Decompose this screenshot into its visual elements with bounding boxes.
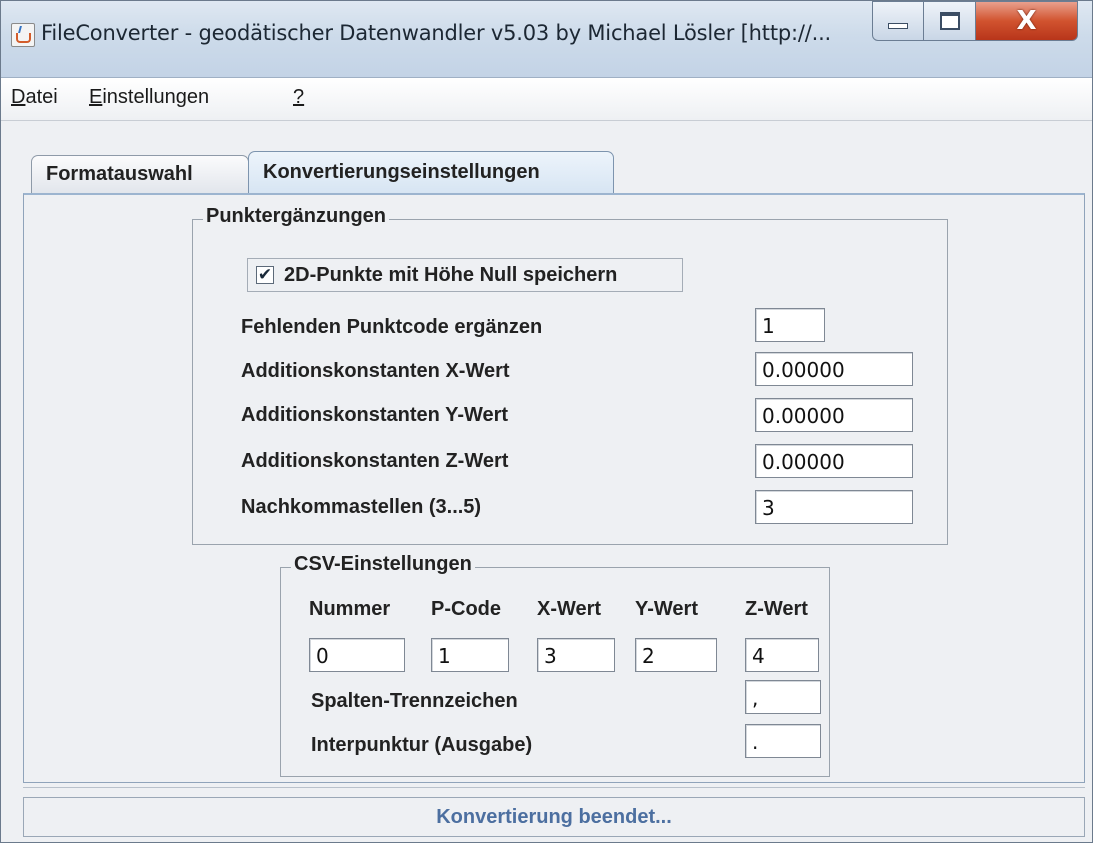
- group-csv-einstellungen: CSV-Einstellungen Nummer P-Code X-Wert Y…: [280, 553, 830, 777]
- csv-nummer-input[interactable]: 0: [309, 638, 405, 672]
- additionskonstante-z-input[interactable]: 0.00000: [755, 444, 913, 478]
- tab-label: Konvertierungseinstellungen: [263, 161, 540, 183]
- label-punktcode: Fehlenden Punktcode ergänzen: [241, 316, 543, 338]
- tab-panel-konvertierungseinstellungen: Punktergänzungen ✔ 2D-Punkte mit Höhe Nu…: [23, 193, 1085, 783]
- status-bar: Konvertierung beendet...: [23, 797, 1085, 837]
- csv-header-y-wert: Y-Wert: [635, 598, 698, 620]
- label-additionskonstante-x: Additionskonstanten X-Wert: [241, 360, 510, 382]
- csv-y-wert-input[interactable]: 2: [635, 638, 717, 672]
- additionskonstante-x-input[interactable]: 0.00000: [755, 352, 913, 386]
- window-title: FileConverter - geodätischer Datenwandle…: [41, 21, 832, 45]
- window-controls: X: [872, 1, 1078, 43]
- checkbox-2d-punkte[interactable]: ✔ 2D-Punkte mit Höhe Null speichern: [247, 258, 683, 292]
- tab-konvertierungseinstellungen[interactable]: Konvertierungseinstellungen: [248, 151, 614, 193]
- close-icon: X: [1016, 6, 1037, 36]
- label-spalten-trennzeichen: Spalten-Trennzeichen: [311, 690, 518, 712]
- label-additionskonstante-y: Additionskonstanten Y-Wert: [241, 404, 509, 426]
- group-punktergaenzungen: Punktergänzungen ✔ 2D-Punkte mit Höhe Nu…: [192, 205, 948, 545]
- csv-header-nummer: Nummer: [309, 598, 391, 620]
- csv-z-wert-input[interactable]: 4: [745, 638, 819, 672]
- menu-help[interactable]: ?: [293, 86, 304, 109]
- interpunktur-input[interactable]: .: [745, 724, 821, 758]
- checkbox-label: 2D-Punkte mit Höhe Null speichern: [284, 263, 618, 286]
- maximize-button[interactable]: [924, 1, 976, 41]
- close-button[interactable]: X: [976, 1, 1078, 41]
- menu-bar: Datei Einstellungen ?: [1, 78, 1092, 121]
- title-bar[interactable]: FileConverter - geodätischer Datenwandle…: [1, 1, 1092, 78]
- menu-datei[interactable]: Datei: [11, 86, 58, 109]
- tab-formatauswahl[interactable]: Formatauswahl: [31, 155, 249, 193]
- csv-x-wert-input[interactable]: 3: [537, 638, 615, 672]
- label-nachkommastellen: Nachkommastellen (3...5): [241, 496, 482, 518]
- nachkommastellen-input[interactable]: 3: [755, 490, 913, 524]
- maximize-icon: [939, 12, 960, 30]
- status-text: Konvertierung beendet...: [436, 805, 672, 828]
- minimize-icon: [888, 23, 908, 29]
- csv-header-x-wert: X-Wert: [537, 598, 602, 620]
- punktcode-input[interactable]: 1: [755, 308, 825, 342]
- label-additionskonstante-z: Additionskonstanten Z-Wert: [241, 450, 509, 472]
- group-title-csv: CSV-Einstellungen: [291, 553, 475, 576]
- group-title-punktergaenzungen: Punktergänzungen: [203, 205, 390, 228]
- csv-header-z-wert: Z-Wert: [745, 598, 808, 620]
- additionskonstante-y-input[interactable]: 0.00000: [755, 398, 913, 432]
- divider: [23, 787, 1085, 788]
- minimize-button[interactable]: [872, 1, 924, 41]
- csv-p-code-input[interactable]: 1: [431, 638, 509, 672]
- java-app-icon: [11, 23, 35, 47]
- application-window: FileConverter - geodätischer Datenwandle…: [0, 0, 1093, 843]
- menu-einstellungen[interactable]: Einstellungen: [89, 86, 209, 109]
- spalten-trennzeichen-input[interactable]: ,: [745, 680, 821, 714]
- label-interpunktur: Interpunktur (Ausgabe): [311, 734, 533, 756]
- csv-header-p-code: P-Code: [431, 598, 501, 620]
- checkbox-checked-icon[interactable]: ✔: [256, 266, 274, 284]
- tab-label: Formatauswahl: [46, 163, 193, 185]
